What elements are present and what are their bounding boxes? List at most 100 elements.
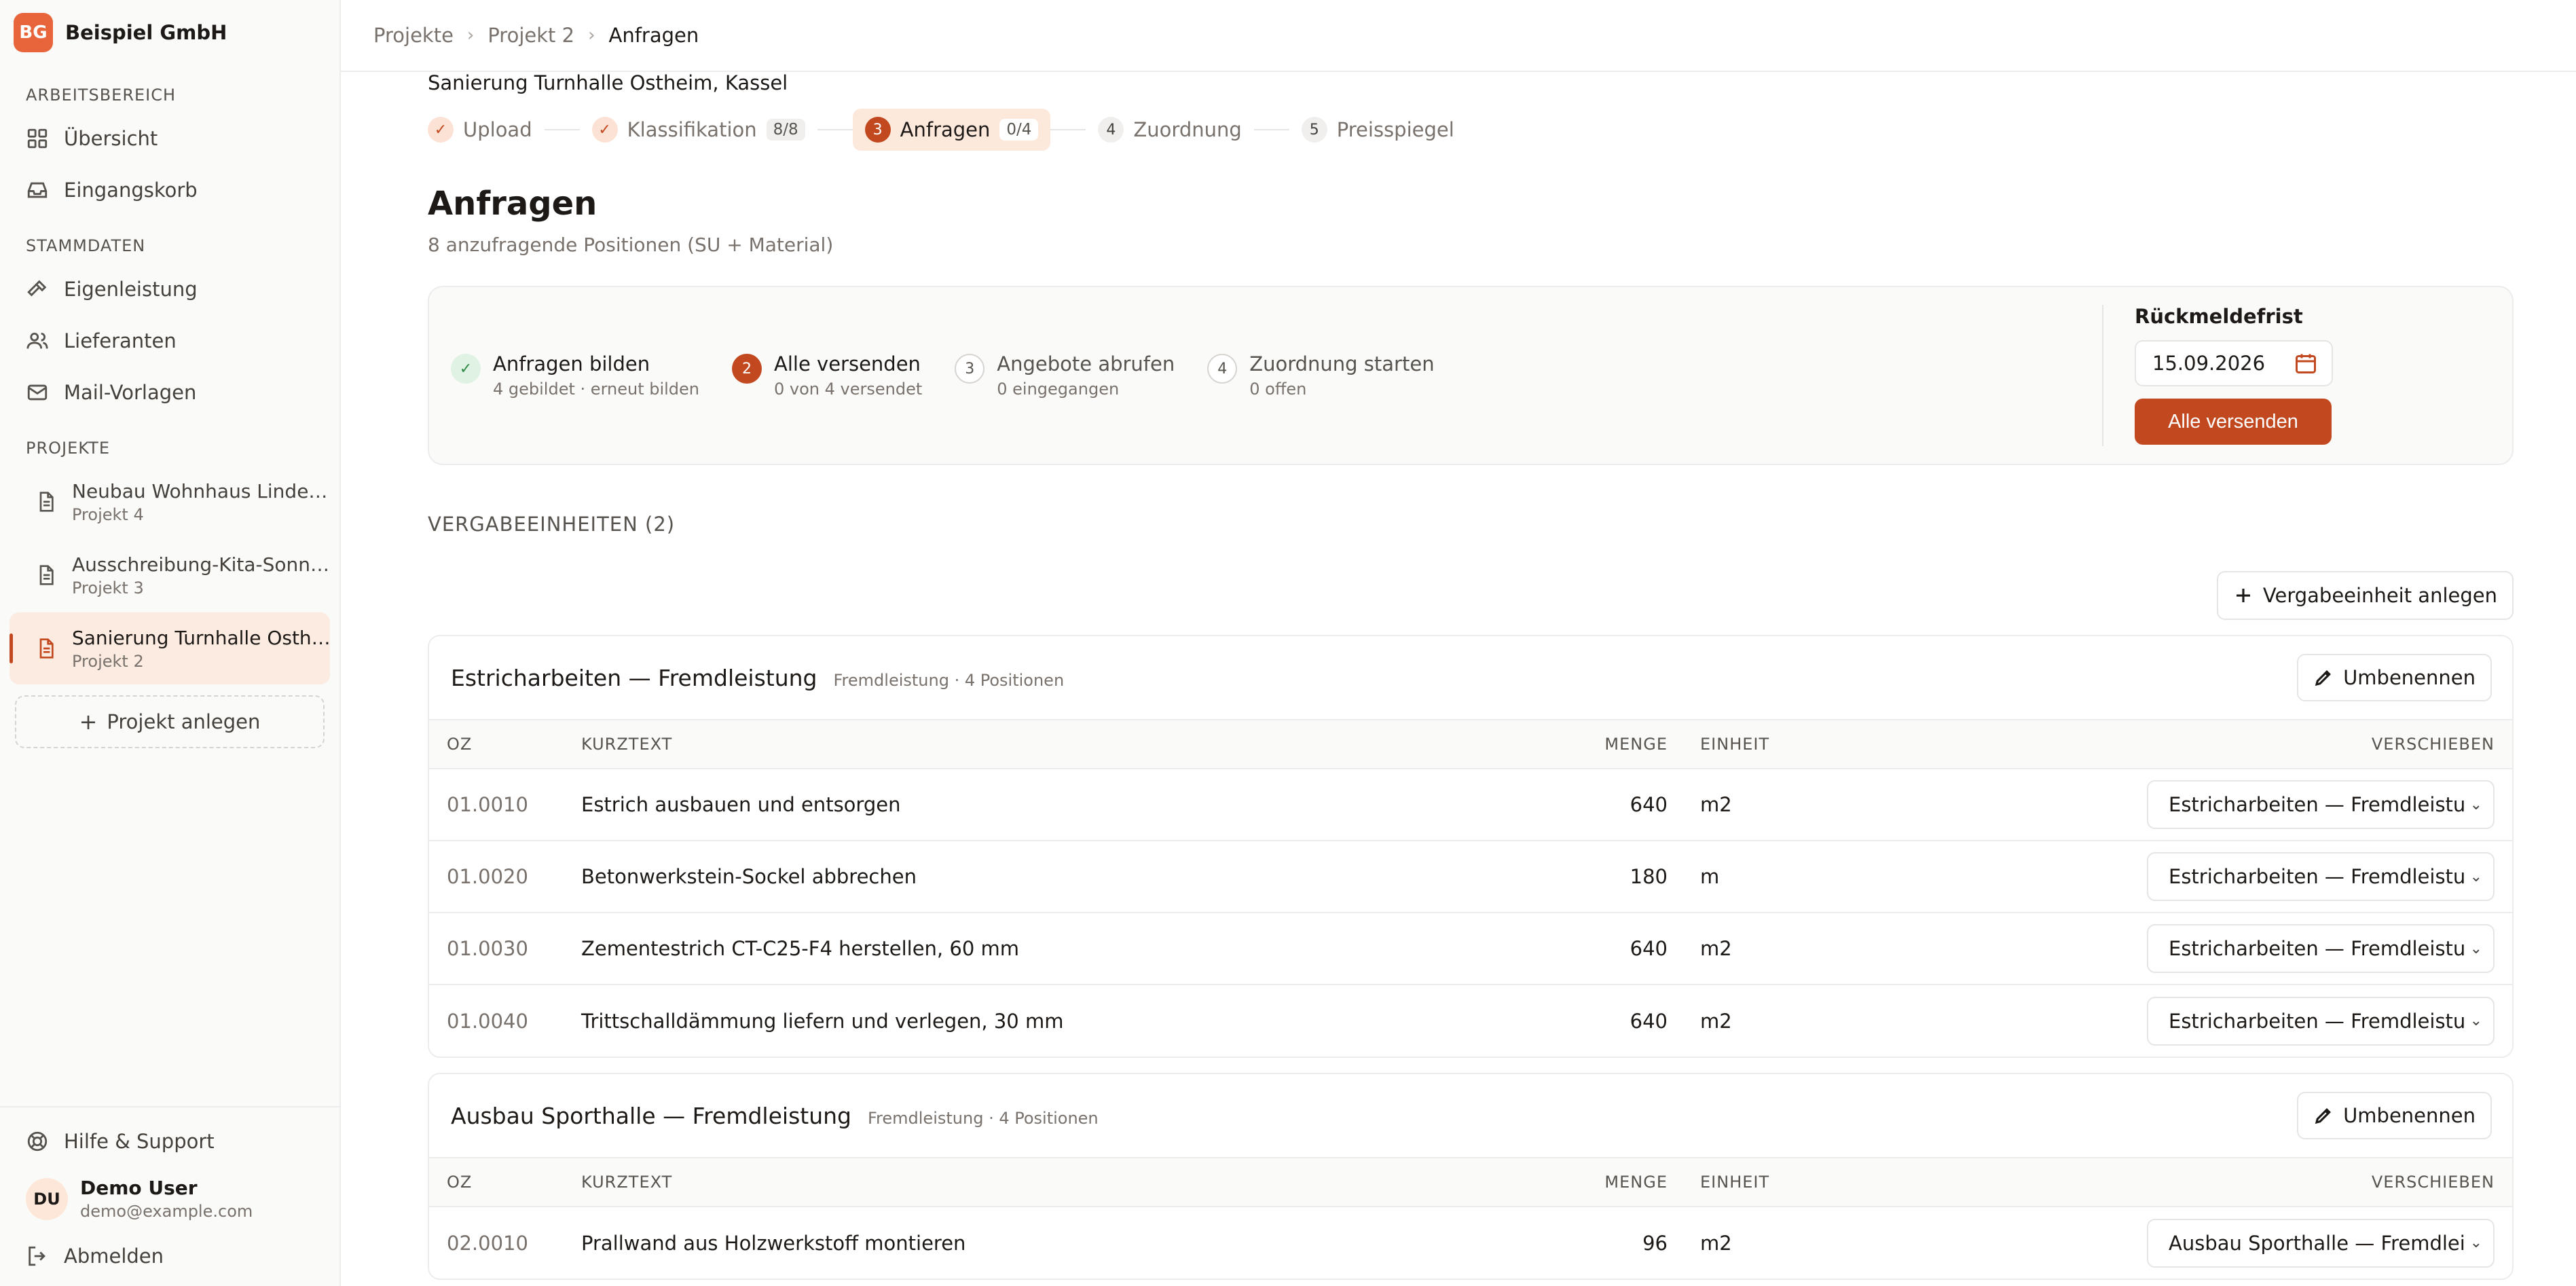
move-select[interactable]: Estricharbeiten — Fremdleistung ⌄ bbox=[2147, 780, 2495, 829]
chevron-right-icon: › bbox=[588, 25, 595, 45]
move-select[interactable]: Estricharbeiten — Fremdleistung ⌄ bbox=[2147, 924, 2495, 973]
column-header-menge: MENGE bbox=[1539, 1157, 1668, 1207]
main-content: Projekte › Projekt 2 › Anfragen Sanierun… bbox=[341, 0, 2576, 1286]
calendar-icon[interactable] bbox=[2294, 351, 2318, 375]
inbox-icon bbox=[27, 182, 48, 198]
project-sub: Projekt 3 bbox=[72, 578, 144, 598]
rename-button[interactable]: Umbenennen bbox=[2297, 654, 2492, 701]
rename-button[interactable]: Umbenennen bbox=[2297, 1092, 2492, 1139]
page-subtitle: 8 anzufragende Positionen (SU + Material… bbox=[428, 234, 834, 256]
column-header-menge: MENGE bbox=[1539, 719, 1668, 769]
cell-oz: 01.0010 bbox=[429, 769, 581, 841]
cell-move: Estricharbeiten — Fremdleistung ⌄ bbox=[1871, 913, 2512, 985]
step-connector bbox=[817, 129, 853, 130]
cell-move: Ausbau Sporthalle — Fremdleistu ⌄ bbox=[1871, 1207, 2512, 1279]
page-title: Anfragen bbox=[428, 185, 597, 223]
table-row: 01.0030 Zementestrich CT-C25-F4 herstell… bbox=[429, 913, 2512, 985]
step-number: 4 bbox=[1098, 117, 1124, 143]
process-step-title: Angebote abrufen bbox=[997, 352, 1175, 375]
logout-link[interactable]: Abmelden bbox=[0, 1230, 339, 1282]
breadcrumb-current: Anfragen bbox=[608, 24, 699, 47]
user-profile[interactable]: DU Demo User demo@example.com bbox=[0, 1167, 339, 1230]
step-number: 3 bbox=[955, 354, 985, 384]
step-number: 3 bbox=[864, 117, 891, 143]
step-preisspiegel[interactable]: 5 Preisspiegel bbox=[1289, 109, 1467, 151]
step-number: 4 bbox=[1207, 354, 1238, 384]
deadline-label: Rückmeldefrist bbox=[2135, 305, 2303, 328]
mail-icon bbox=[27, 384, 48, 401]
unit-meta: Fremdleistung · 4 Positionen bbox=[867, 1108, 1099, 1128]
add-unit-button[interactable]: Vergabeeinheit anlegen bbox=[2216, 571, 2514, 620]
step-number: 5 bbox=[1301, 117, 1327, 143]
add-project-button[interactable]: + Projekt anlegen bbox=[15, 695, 325, 748]
sidebar-item-eingangskorb[interactable]: Eingangskorb bbox=[0, 164, 339, 216]
grid-icon bbox=[27, 128, 48, 149]
send-all-button[interactable]: Alle versenden bbox=[2135, 399, 2332, 445]
step-klassifikation[interactable]: ✓ Klassifikation 8/8 bbox=[580, 109, 817, 151]
section-label-arbeitsbereich: ARBEITSBEREICH bbox=[26, 86, 177, 105]
sidebar-item-eigenleistung[interactable]: Eigenleistung bbox=[0, 263, 339, 315]
unit-card-estricharbeiten: Estricharbeiten — Fremdleistung Fremdlei… bbox=[428, 635, 2514, 1058]
help-support-link[interactable]: Hilfe & Support bbox=[0, 1116, 339, 1167]
cell-menge: 640 bbox=[1630, 1009, 1668, 1033]
cell-kurztext: Prallwand aus Holzwerkstoff montieren bbox=[581, 1231, 966, 1255]
deadline-date-input[interactable]: 15.09.2026 bbox=[2135, 340, 2333, 386]
column-header-verschieben: VERSCHIEBEN bbox=[1871, 1157, 2512, 1207]
rename-label: Umbenennen bbox=[2343, 666, 2476, 689]
unit-title: Estricharbeiten — Fremdleistung bbox=[451, 664, 817, 691]
step-anfragen[interactable]: 3 Anfragen 0/4 bbox=[852, 109, 1051, 151]
positions-table: OZ KURZTEXT MENGE EINHEIT VERSCHIEBEN 01… bbox=[429, 719, 2512, 1057]
column-header-oz: OZ bbox=[429, 719, 581, 769]
step-zuordnung[interactable]: 4 Zuordnung bbox=[1086, 109, 1253, 151]
cell-einheit: m bbox=[1668, 841, 1871, 913]
cell-einheit: m2 bbox=[1700, 1231, 1732, 1255]
cell-move: Estricharbeiten — Fremdleistung ⌄ bbox=[1871, 769, 2512, 841]
project-title: Sanierung Turnhalle Osth… bbox=[72, 626, 331, 649]
process-step-zuordnung-starten: 4 Zuordnung starten 0 offen bbox=[1207, 352, 1435, 399]
add-unit-label: Vergabeeinheit anlegen bbox=[2262, 584, 2497, 607]
sidebar-item-label: Mail-Vorlagen bbox=[64, 381, 197, 404]
cell-menge: 96 bbox=[1642, 1231, 1668, 1255]
sidebar-item-lieferanten[interactable]: Lieferanten bbox=[0, 315, 339, 367]
step-label: Upload bbox=[463, 118, 532, 141]
breadcrumb-item[interactable]: Projekt 2 bbox=[487, 24, 574, 47]
sidebar-item-mail-vorlagen[interactable]: Mail-Vorlagen bbox=[0, 367, 339, 418]
users-icon bbox=[26, 332, 48, 349]
add-project-label: Projekt anlegen bbox=[107, 710, 261, 733]
chevron-down-icon: ⌄ bbox=[2469, 868, 2482, 885]
panel-divider bbox=[2102, 305, 2103, 446]
rebuild-link[interactable]: erneut bilden bbox=[591, 380, 699, 399]
step-connector bbox=[544, 129, 580, 130]
sidebar-project-ausschreibung[interactable]: Ausschreibung-Kita-Sonn… Projekt 3 bbox=[10, 539, 330, 611]
breadcrumb-item[interactable]: Projekte bbox=[373, 24, 454, 47]
process-step-angebote-abrufen: 3 Angebote abrufen 0 eingegangen bbox=[955, 352, 1175, 399]
brand[interactable]: BG Beispiel GmbH bbox=[0, 0, 339, 65]
process-step-title: Zuordnung starten bbox=[1249, 352, 1435, 375]
process-step-count: 4 gebildet bbox=[493, 380, 575, 399]
move-select[interactable]: Ausbau Sporthalle — Fremdleistu ⌄ bbox=[2147, 1218, 2495, 1268]
sidebar-project-sanierung[interactable]: Sanierung Turnhalle Osth… Projekt 2 bbox=[10, 612, 331, 684]
move-select-value: Estricharbeiten — Fremdleistung bbox=[2169, 865, 2465, 888]
project-title: Neubau Wohnhaus Linde… bbox=[72, 479, 328, 502]
process-panel: ✓ Anfragen bilden 4 gebildet · erneut bi… bbox=[428, 286, 2514, 465]
brand-logo: BG bbox=[14, 13, 53, 52]
workflow-stepper: ✓ Upload ✓ Klassifikation 8/8 3 Anfragen… bbox=[428, 107, 2514, 152]
sidebar-item-uebersicht[interactable]: Übersicht bbox=[0, 113, 339, 164]
move-select[interactable]: Estricharbeiten — Fremdleistung ⌄ bbox=[2147, 852, 2495, 901]
user-email: demo@example.com bbox=[80, 1202, 253, 1221]
unit-card-ausbau-sporthalle: Ausbau Sporthalle — Fremdleistung Fremdl… bbox=[428, 1073, 2514, 1280]
move-select[interactable]: Estricharbeiten — Fremdleistung ⌄ bbox=[2147, 996, 2495, 1046]
column-header-verschieben: VERSCHIEBEN bbox=[1871, 719, 2512, 769]
cell-menge: 640 bbox=[1539, 769, 1668, 841]
step-label: Zuordnung bbox=[1133, 118, 1242, 141]
cell-kurztext: Zementestrich CT-C25-F4 herstellen, 60 m… bbox=[581, 913, 1539, 985]
check-icon: ✓ bbox=[451, 354, 481, 384]
sidebar-footer: Hilfe & Support DU Demo User demo@exampl… bbox=[0, 1106, 339, 1286]
chevron-down-icon: ⌄ bbox=[2469, 1012, 2482, 1029]
table-header-row: OZ KURZTEXT MENGE EINHEIT VERSCHIEBEN bbox=[429, 719, 2512, 769]
step-upload[interactable]: ✓ Upload bbox=[428, 109, 545, 151]
step-badge: 8/8 bbox=[766, 119, 805, 141]
add-unit-row: Vergabeeinheit anlegen bbox=[428, 571, 2514, 620]
sidebar-project-neubau[interactable]: Neubau Wohnhaus Linde… Projekt 4 bbox=[10, 466, 330, 538]
breadcrumb: Projekte › Projekt 2 › Anfragen bbox=[341, 0, 2576, 72]
